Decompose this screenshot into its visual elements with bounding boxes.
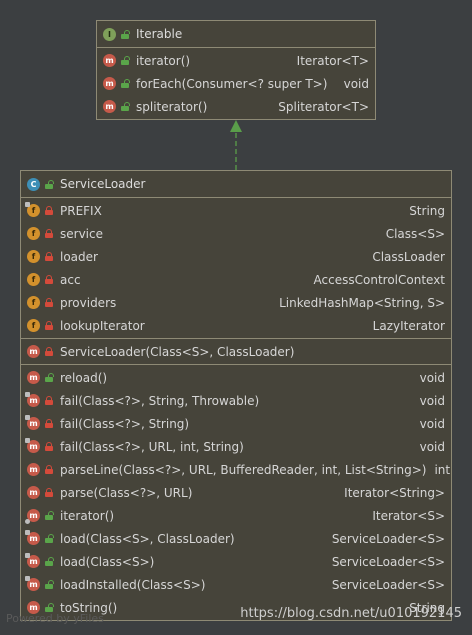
field-name: service — [60, 226, 103, 241]
method-type: ServiceLoader<S> — [331, 577, 445, 592]
public-lock-icon — [45, 373, 54, 382]
method-name: fail(Class<?>, String, Throwable) — [60, 393, 260, 408]
field-type: LazyIterator — [372, 318, 445, 333]
method-row: m fail(Class<?>, URL, int, String) void — [21, 435, 451, 458]
override-method-icon: m — [25, 509, 40, 524]
method-name: fail(Class<?>, String) — [60, 416, 190, 431]
method-row: m load(Class<S>, ClassLoader) ServiceLoa… — [21, 527, 451, 550]
method-row: m fail(Class<?>, String) void — [21, 412, 451, 435]
private-lock-icon — [45, 419, 53, 428]
csdn-watermark: https://blog.csdn.net/u010192145 — [240, 606, 462, 621]
field-name: PREFIX — [60, 203, 102, 218]
field-row: f providers LinkedHashMap<String, S> — [21, 291, 451, 314]
private-lock-icon — [45, 298, 53, 307]
field-icon: f — [27, 296, 40, 309]
method-type: void — [419, 416, 445, 431]
field-row: f loader ClassLoader — [21, 245, 451, 268]
constructor-name: ServiceLoader(Class<S>, ClassLoader) — [60, 344, 295, 359]
constructors-section: m ServiceLoader(Class<S>, ClassLoader) — [21, 339, 451, 365]
field-name: loader — [60, 249, 98, 264]
private-lock-icon — [45, 229, 53, 238]
field-icon: f — [27, 227, 40, 240]
methods-section: m reload() void m fail(Class<?>, String,… — [21, 365, 451, 620]
method-type: Iterator<S> — [372, 508, 445, 523]
public-lock-icon — [45, 179, 54, 189]
public-lock-icon — [45, 580, 54, 589]
public-lock-icon — [45, 603, 54, 612]
method-row: m load(Class<S>) ServiceLoader<S> — [21, 550, 451, 573]
yfiles-watermark: Powered by yFiles — [6, 612, 104, 625]
field-row: f acc AccessControlContext — [21, 268, 451, 291]
class-icon: C — [27, 177, 40, 191]
static-method-icon: m — [25, 576, 40, 591]
method-row: m fail(Class<?>, String, Throwable) void — [21, 389, 451, 412]
field-type: ClassLoader — [372, 249, 445, 264]
public-lock-icon — [45, 511, 54, 520]
method-name: load(Class<S>, ClassLoader) — [60, 531, 235, 546]
field-icon: f — [27, 319, 40, 332]
method-icon: m — [27, 463, 40, 476]
arrowhead-icon — [230, 120, 242, 132]
method-name: parseLine(Class<?>, URL, BufferedReader,… — [60, 462, 427, 477]
field-row: f PREFIX String — [21, 199, 451, 222]
method-type: Iterator<String> — [344, 485, 445, 500]
private-lock-icon — [45, 321, 53, 330]
method-type: ServiceLoader<S> — [331, 531, 445, 546]
method-type: void — [419, 439, 445, 454]
method-row: m reload() void — [21, 366, 451, 389]
method-type: int — [434, 462, 451, 477]
field-name: providers — [60, 295, 117, 310]
constructor-row: m ServiceLoader(Class<S>, ClassLoader) — [21, 340, 451, 363]
service-loader-header: C ServiceLoader — [21, 171, 451, 198]
field-type: String — [409, 203, 445, 218]
field-name: acc — [60, 272, 81, 287]
method-name: load(Class<S>) — [60, 554, 155, 569]
static-method-icon: m — [25, 530, 40, 545]
field-type: Class<S> — [385, 226, 445, 241]
private-lock-icon — [45, 252, 53, 261]
static-method-icon: m — [25, 415, 40, 430]
private-lock-icon — [45, 206, 53, 215]
method-icon: m — [27, 486, 40, 499]
field-icon: f — [27, 273, 40, 286]
field-name: lookupIterator — [60, 318, 145, 333]
method-name: parse(Class<?>, URL) — [60, 485, 193, 500]
method-name: reload() — [60, 370, 108, 385]
fields-section: f PREFIX String f service Class<S> f loa… — [21, 198, 451, 339]
method-row: m parse(Class<?>, URL) Iterator<String> — [21, 481, 451, 504]
public-lock-icon — [45, 557, 54, 566]
field-row: f lookupIterator LazyIterator — [21, 314, 451, 337]
private-lock-icon — [45, 396, 53, 405]
private-lock-icon — [45, 347, 53, 356]
private-lock-icon — [45, 442, 53, 451]
method-type: void — [419, 393, 445, 408]
method-type: void — [419, 370, 445, 385]
private-lock-icon — [45, 488, 53, 497]
field-type: LinkedHashMap<String, S> — [279, 295, 445, 310]
private-lock-icon — [45, 275, 53, 284]
field-icon: f — [27, 250, 40, 263]
static-method-icon: m — [25, 438, 40, 453]
method-icon: m — [27, 371, 40, 384]
private-lock-icon — [45, 465, 53, 474]
static-field-icon: f — [25, 202, 40, 217]
method-name: iterator() — [60, 508, 115, 523]
service-loader-box: C ServiceLoader f PREFIX String f servic… — [20, 170, 452, 621]
static-method-icon: m — [25, 553, 40, 568]
static-method-icon: m — [25, 392, 40, 407]
method-row: m loadInstalled(Class<S>) ServiceLoader<… — [21, 573, 451, 596]
method-row: m parseLine(Class<?>, URL, BufferedReade… — [21, 458, 451, 481]
field-row: f service Class<S> — [21, 222, 451, 245]
method-type: ServiceLoader<S> — [331, 554, 445, 569]
method-name: loadInstalled(Class<S>) — [60, 577, 206, 592]
constructor-icon: m — [27, 345, 40, 358]
public-lock-icon — [45, 534, 54, 543]
service-loader-title: ServiceLoader — [60, 177, 146, 191]
field-type: AccessControlContext — [313, 272, 445, 287]
method-name: fail(Class<?>, URL, int, String) — [60, 439, 244, 454]
method-row: m iterator() Iterator<S> — [21, 504, 451, 527]
